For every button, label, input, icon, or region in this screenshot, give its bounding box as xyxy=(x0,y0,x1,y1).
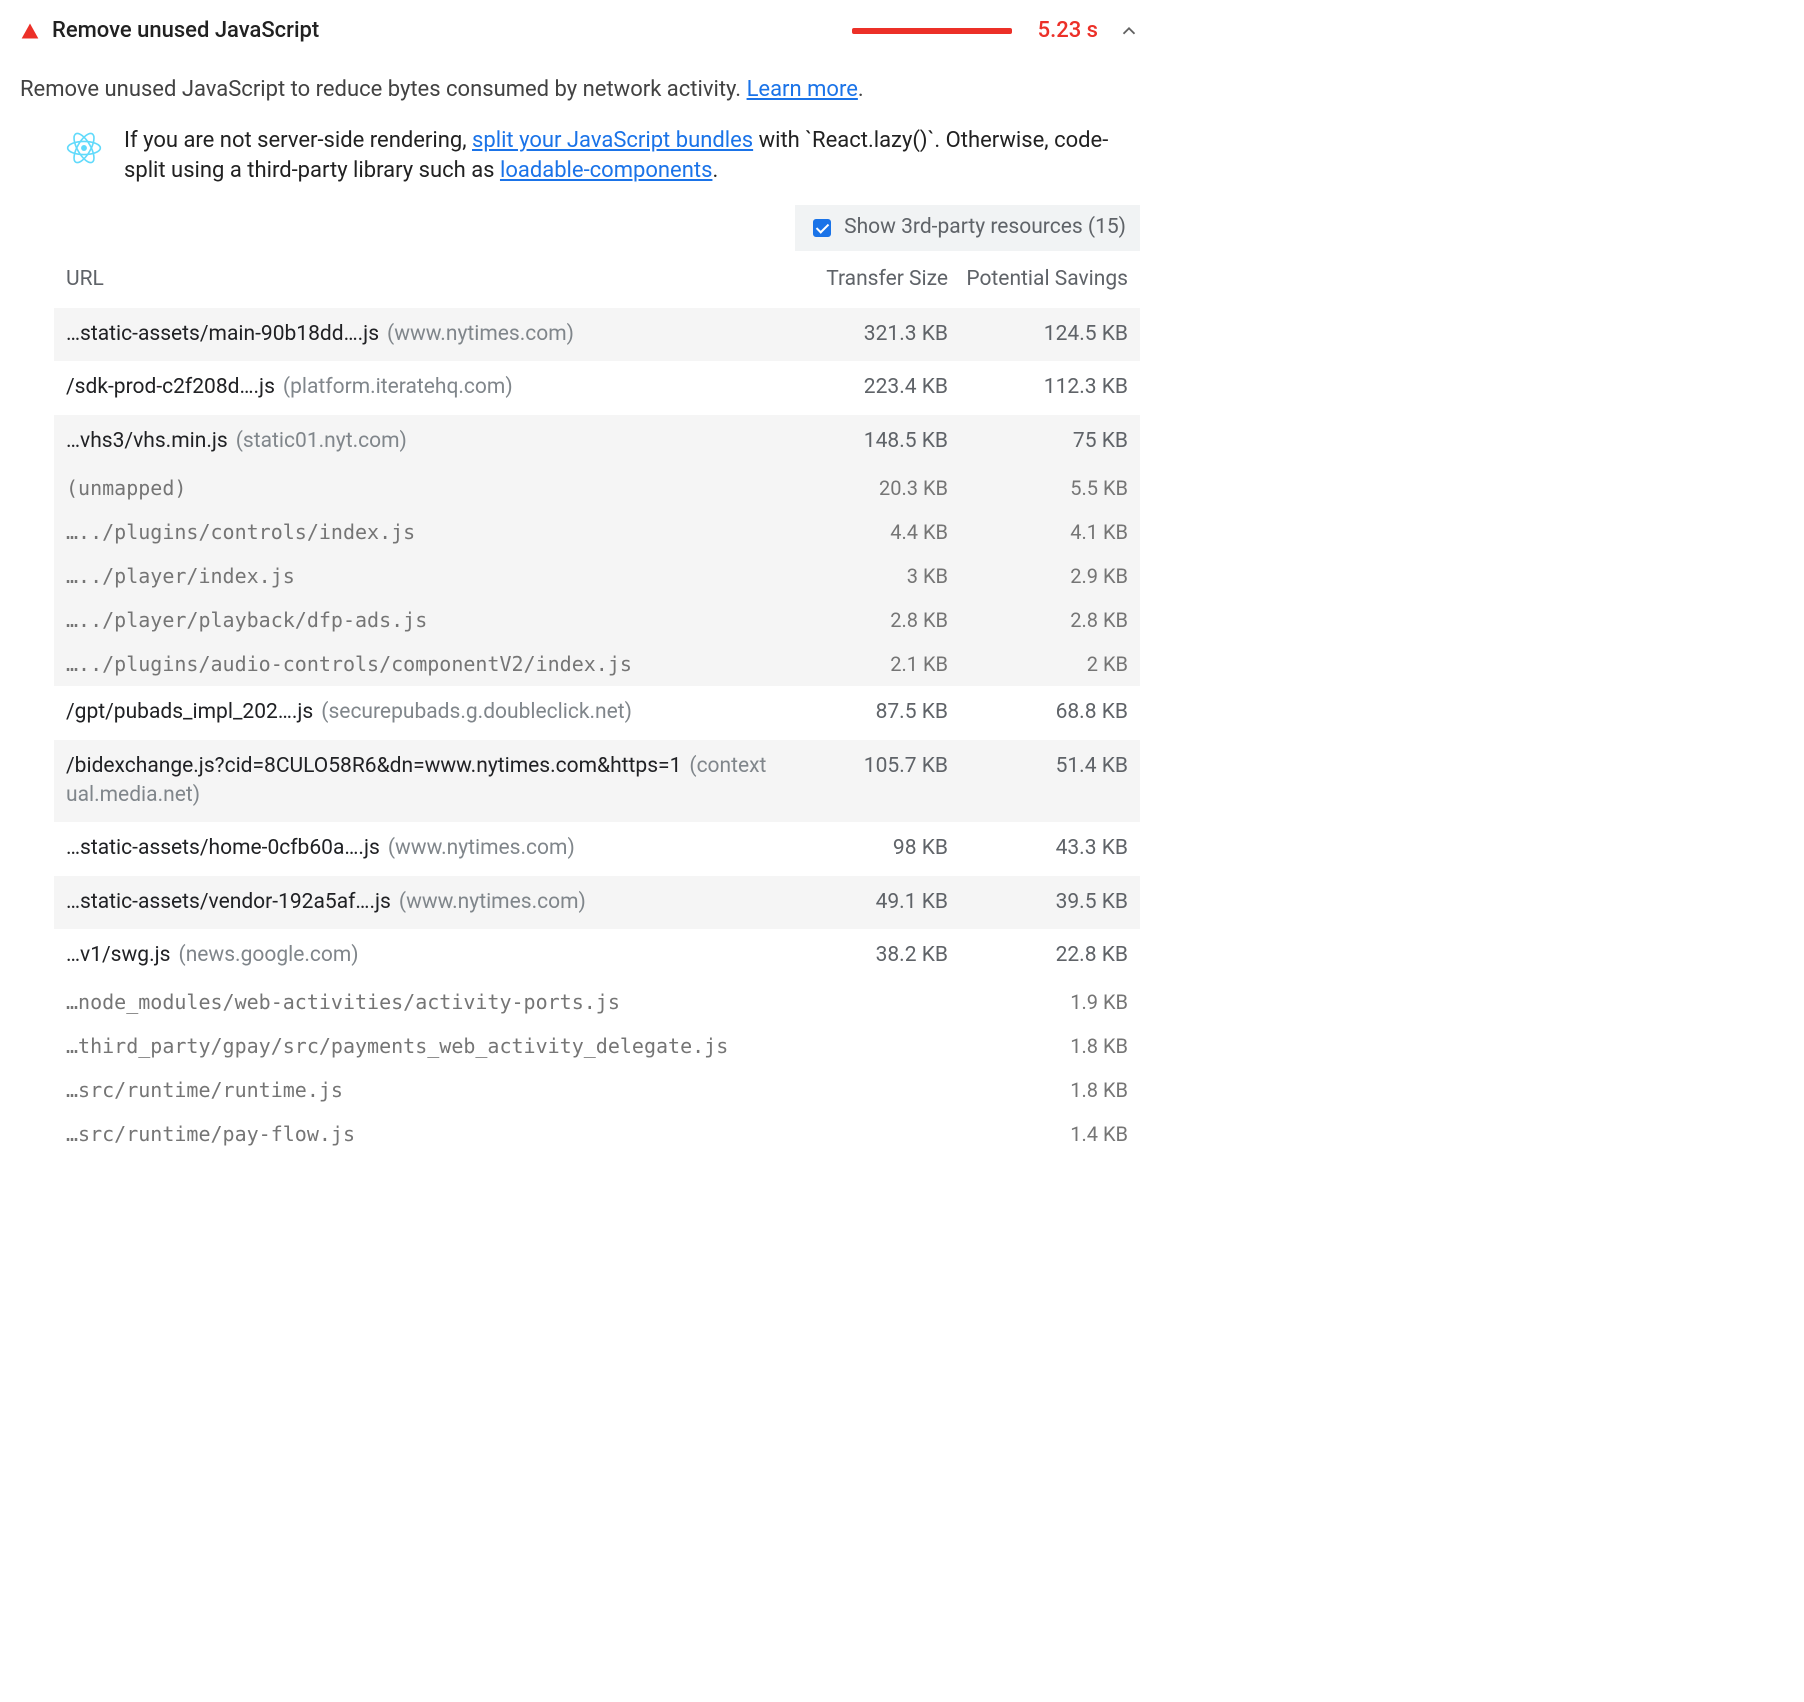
sub-transfer-size xyxy=(768,1032,948,1060)
row-transfer-size: 98 KB xyxy=(768,834,948,863)
warning-triangle-icon xyxy=(20,21,40,41)
row-transfer-size: 87.5 KB xyxy=(768,698,948,727)
sub-row: …../plugins/audio-controls/componentV2/i… xyxy=(54,642,1140,686)
sub-potential-savings: 2 KB xyxy=(948,650,1128,678)
sub-path: …../player/playback/dfp-ads.js xyxy=(66,606,768,634)
sub-transfer-size xyxy=(768,1076,948,1104)
sub-potential-savings: 2.8 KB xyxy=(948,606,1128,634)
row-url: …static-assets/home-0cfb60a….js(www.nyti… xyxy=(66,834,768,863)
audit-description: Remove unused JavaScript to reduce bytes… xyxy=(20,75,1140,106)
table-row[interactable]: …vhs3/vhs.min.js(static01.nyt.com)148.5 … xyxy=(54,415,1140,468)
row-transfer-size: 38.2 KB xyxy=(768,941,948,970)
row-url: /gpt/pubads_impl_202….js(securepubads.g.… xyxy=(66,698,768,727)
row-potential-savings: 43.3 KB xyxy=(948,834,1128,863)
sub-row: …third_party/gpay/src/payments_web_activ… xyxy=(54,1024,1140,1068)
chevron-up-icon[interactable] xyxy=(1118,20,1140,42)
row-url: …vhs3/vhs.min.js(static01.nyt.com) xyxy=(66,427,768,456)
sub-transfer-size xyxy=(768,1120,948,1148)
row-origin: (news.google.com) xyxy=(179,943,359,967)
sub-path: …../plugins/controls/index.js xyxy=(66,518,768,546)
row-potential-savings: 22.8 KB xyxy=(948,941,1128,970)
table-row[interactable]: …static-assets/main-90b18dd….js(www.nyti… xyxy=(54,308,1140,361)
table-row[interactable]: /sdk-prod-c2f208d….js(platform.iteratehq… xyxy=(54,361,1140,414)
row-origin: (static01.nyt.com) xyxy=(236,429,407,453)
thirdparty-checkbox[interactable] xyxy=(813,219,831,237)
row-url: …static-assets/main-90b18dd….js(www.nyti… xyxy=(66,320,768,349)
row-potential-savings: 112.3 KB xyxy=(948,373,1128,402)
sub-row: …node_modules/web-activities/activity-po… xyxy=(54,982,1140,1024)
sub-potential-savings: 2.9 KB xyxy=(948,562,1128,590)
sub-row: …src/runtime/pay-flow.js 1.4 KB xyxy=(54,1112,1140,1156)
table-row[interactable]: /bidexchange.js?cid=8CULO58R6&dn=www.nyt… xyxy=(54,740,1140,823)
col-transfer: Transfer Size xyxy=(768,265,948,294)
sub-path: …../player/index.js xyxy=(66,562,768,590)
sub-path: …src/runtime/runtime.js xyxy=(66,1076,768,1104)
audit-timing: 5.23 s xyxy=(1038,16,1098,47)
sub-transfer-size: 2.1 KB xyxy=(768,650,948,678)
audit-title: Remove unused JavaScript xyxy=(52,16,319,47)
row-origin: (www.nytimes.com) xyxy=(388,836,575,860)
sub-path: …third_party/gpay/src/payments_web_activ… xyxy=(66,1032,768,1060)
row-origin: (www.nytimes.com) xyxy=(387,322,574,346)
col-url: URL xyxy=(66,265,768,294)
learn-more-link[interactable]: Learn more xyxy=(747,77,858,102)
stack-pack: If you are not server-side rendering, sp… xyxy=(20,126,1140,206)
react-icon xyxy=(66,130,102,166)
row-url: …v1/swg.js(news.google.com) xyxy=(66,941,768,970)
sub-transfer-size: 20.3 KB xyxy=(768,474,948,502)
sub-potential-savings: 1.9 KB xyxy=(948,988,1128,1016)
row-origin: (securepubads.g.doubleclick.net) xyxy=(321,700,632,724)
stack-pack-text: If you are not server-side rendering, sp… xyxy=(124,126,1140,188)
sub-row: …../player/playback/dfp-ads.js2.8 KB2.8 … xyxy=(54,598,1140,642)
table-header: URL Transfer Size Potential Savings xyxy=(54,255,1140,308)
sub-path: …node_modules/web-activities/activity-po… xyxy=(66,988,768,1016)
timing-bar xyxy=(852,28,1012,34)
sub-potential-savings: 1.8 KB xyxy=(948,1032,1128,1060)
row-potential-savings: 124.5 KB xyxy=(948,320,1128,349)
row-transfer-size: 148.5 KB xyxy=(768,427,948,456)
sub-row: …../player/index.js3 KB2.9 KB xyxy=(54,554,1140,598)
sub-row: (unmapped)20.3 KB5.5 KB xyxy=(54,468,1140,510)
audit-header[interactable]: Remove unused JavaScript 5.23 s xyxy=(20,16,1140,51)
sub-transfer-size: 2.8 KB xyxy=(768,606,948,634)
row-potential-savings: 51.4 KB xyxy=(948,752,1128,811)
table-row[interactable]: /gpt/pubads_impl_202….js(securepubads.g.… xyxy=(54,686,1140,739)
sub-transfer-size xyxy=(768,988,948,1016)
sub-path: …../plugins/audio-controls/componentV2/i… xyxy=(66,650,768,678)
table-row[interactable]: …v1/swg.js(news.google.com)38.2 KB22.8 K… xyxy=(54,929,1140,982)
sub-transfer-size: 3 KB xyxy=(768,562,948,590)
sub-path: …src/runtime/pay-flow.js xyxy=(66,1120,768,1148)
sub-row: …../plugins/controls/index.js4.4 KB4.1 K… xyxy=(54,510,1140,554)
row-origin: (www.nytimes.com) xyxy=(399,890,586,914)
table-row[interactable]: …static-assets/home-0cfb60a….js(www.nyti… xyxy=(54,822,1140,875)
thirdparty-label: Show 3rd-party resources (15) xyxy=(844,213,1126,242)
thirdparty-toggle[interactable]: Show 3rd-party resources (15) xyxy=(795,205,1140,250)
split-bundles-link[interactable]: split your JavaScript bundles xyxy=(472,128,753,153)
row-transfer-size: 105.7 KB xyxy=(768,752,948,811)
sub-potential-savings: 5.5 KB xyxy=(948,474,1128,502)
row-transfer-size: 49.1 KB xyxy=(768,888,948,917)
row-transfer-size: 321.3 KB xyxy=(768,320,948,349)
row-origin: (platform.iteratehq.com) xyxy=(283,375,513,399)
loadable-components-link[interactable]: loadable-components xyxy=(500,158,712,183)
row-url: /bidexchange.js?cid=8CULO58R6&dn=www.nyt… xyxy=(66,752,768,811)
row-potential-savings: 75 KB xyxy=(948,427,1128,456)
row-potential-savings: 68.8 KB xyxy=(948,698,1128,727)
row-transfer-size: 223.4 KB xyxy=(768,373,948,402)
col-savings: Potential Savings xyxy=(948,265,1128,294)
sub-potential-savings: 1.4 KB xyxy=(948,1120,1128,1148)
table-row[interactable]: …static-assets/vendor-192a5af….js(www.ny… xyxy=(54,876,1140,929)
sub-row: …src/runtime/runtime.js 1.8 KB xyxy=(54,1068,1140,1112)
row-potential-savings: 39.5 KB xyxy=(948,888,1128,917)
sub-potential-savings: 1.8 KB xyxy=(948,1076,1128,1104)
row-url: /sdk-prod-c2f208d….js(platform.iteratehq… xyxy=(66,373,768,402)
sub-potential-savings: 4.1 KB xyxy=(948,518,1128,546)
resources-table: URL Transfer Size Potential Savings …sta… xyxy=(20,255,1140,1157)
row-url: …static-assets/vendor-192a5af….js(www.ny… xyxy=(66,888,768,917)
sub-transfer-size: 4.4 KB xyxy=(768,518,948,546)
sub-path: (unmapped) xyxy=(66,474,768,502)
